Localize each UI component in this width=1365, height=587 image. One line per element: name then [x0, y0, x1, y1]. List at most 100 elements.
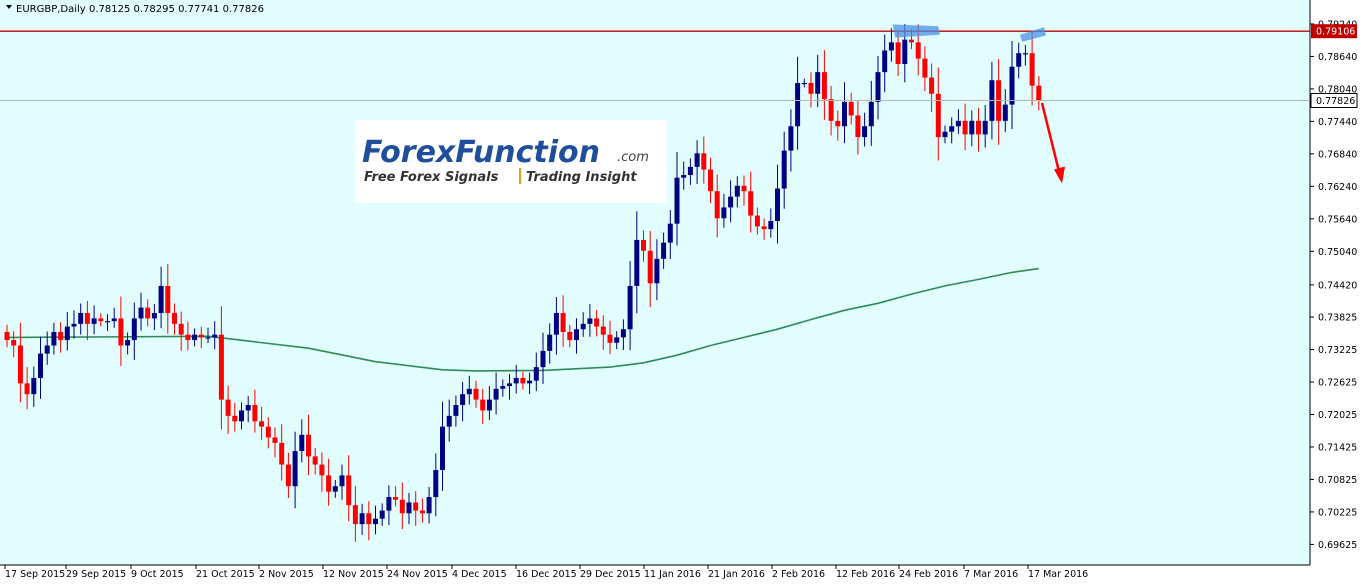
candle-body — [393, 497, 399, 500]
price-tick-label: 0.73225 — [1318, 345, 1357, 356]
candle-body — [285, 464, 291, 487]
candle-body — [553, 313, 559, 335]
candle-body — [165, 285, 171, 314]
candle-body — [808, 82, 814, 94]
candle-body — [151, 313, 157, 319]
time-tick-label: 11 Jan 2016 — [644, 569, 701, 580]
chart-header: EURGBP,Daily 0.78125 0.78295 0.77741 0.7… — [6, 4, 264, 15]
time-tick-label: 2 Feb 2016 — [772, 569, 825, 580]
ohlc-label: 0.78125 0.78295 0.77741 0.77826 — [89, 4, 264, 15]
candle-body — [198, 334, 204, 338]
candle-body — [728, 196, 734, 208]
candle-body — [98, 318, 104, 322]
price-tick-label: 0.71425 — [1318, 442, 1357, 453]
candle-body — [332, 486, 338, 492]
svg-text:ForexFunction: ForexFunction — [362, 135, 600, 170]
price-chart[interactable]: 0.792400.786400.780400.774400.768400.762… — [0, 0, 1365, 587]
candle-body — [51, 331, 57, 346]
candle-body — [600, 326, 606, 335]
candle-body — [178, 323, 184, 335]
candle-body — [982, 120, 988, 135]
candle-body — [835, 120, 841, 127]
candle-body — [902, 39, 908, 65]
candle-body — [821, 72, 827, 100]
current-price-label: 0.77826 — [1310, 92, 1358, 108]
candle-body — [828, 99, 834, 121]
candle-body — [815, 72, 821, 94]
candle-body — [38, 353, 43, 378]
candle-body — [949, 126, 955, 132]
candle-body — [366, 513, 372, 525]
candle-body — [252, 405, 258, 422]
candle-body — [158, 285, 164, 314]
candle-body — [413, 502, 419, 511]
candle-body — [192, 334, 198, 341]
candle-body — [661, 242, 667, 259]
forexfunction-logo: ForexFunction .com Free Forex Signals Tr… — [355, 120, 667, 203]
candle-body — [641, 239, 646, 251]
candle-body — [748, 191, 754, 216]
resistance-price-label: 0.79106 — [1311, 24, 1357, 39]
candle-body — [419, 510, 425, 514]
candle-body — [734, 185, 740, 197]
candle-body — [862, 126, 868, 138]
candle-body — [654, 258, 660, 284]
candle-body — [922, 58, 928, 78]
candle-body — [118, 318, 124, 346]
time-tick-label: 21 Jan 2016 — [708, 569, 765, 580]
candle-body — [446, 415, 452, 427]
candle-body — [379, 510, 385, 519]
candle-body — [574, 329, 579, 341]
price-tick-label: 0.72025 — [1318, 410, 1357, 421]
candle-body — [915, 42, 921, 59]
time-tick-label: 17 Mar 2016 — [1028, 569, 1088, 580]
candle-body — [105, 321, 110, 323]
candle-body — [868, 101, 874, 127]
candle-body — [466, 388, 472, 395]
candle-body — [942, 131, 948, 138]
time-tick-label: 29 Dec 2015 — [580, 569, 641, 580]
candle-body — [801, 82, 807, 85]
candle-body — [138, 307, 144, 319]
candle-body — [473, 388, 479, 400]
price-tick-label: 0.76840 — [1318, 149, 1357, 160]
candle-body — [84, 313, 90, 324]
candle-body — [848, 101, 854, 116]
candle-body — [788, 126, 794, 151]
candle-body — [674, 177, 680, 224]
candle-body — [406, 502, 412, 514]
symbol-label: EURGBP,Daily — [16, 4, 86, 15]
candle-body — [399, 499, 405, 514]
candle-body — [31, 377, 37, 395]
candle-body — [17, 345, 23, 384]
chart-window[interactable]: 0.792400.786400.780400.774400.768400.762… — [0, 0, 1365, 587]
candle-body — [272, 437, 278, 443]
candle-body — [4, 331, 10, 341]
candle-body — [493, 388, 499, 400]
candle-body — [882, 50, 888, 73]
candle-body — [768, 220, 774, 230]
candle-body — [319, 464, 325, 476]
candle-body — [239, 410, 244, 422]
time-tick-label: 29 Sep 2015 — [66, 569, 126, 580]
candle-body — [1016, 53, 1022, 67]
candle-body — [205, 337, 211, 339]
candle-body — [647, 250, 653, 284]
candle-body — [694, 153, 700, 167]
time-tick-label: 17 Sep 2015 — [5, 569, 65, 580]
candle-body — [969, 120, 975, 135]
candle-body — [507, 383, 512, 387]
candle-body — [326, 475, 332, 492]
price-tick-label: 0.70225 — [1318, 507, 1357, 518]
candle-body — [714, 191, 720, 219]
candle-body — [594, 318, 600, 327]
candle-body — [533, 367, 539, 381]
candle-body — [667, 223, 673, 243]
candle-body — [513, 377, 519, 384]
candle-body — [909, 39, 914, 43]
candle-body — [486, 399, 492, 411]
candle-body — [24, 383, 30, 395]
candle-body — [500, 386, 506, 389]
time-tick-label: 4 Dec 2015 — [452, 569, 507, 580]
time-tick-label: 9 Oct 2015 — [131, 569, 184, 580]
